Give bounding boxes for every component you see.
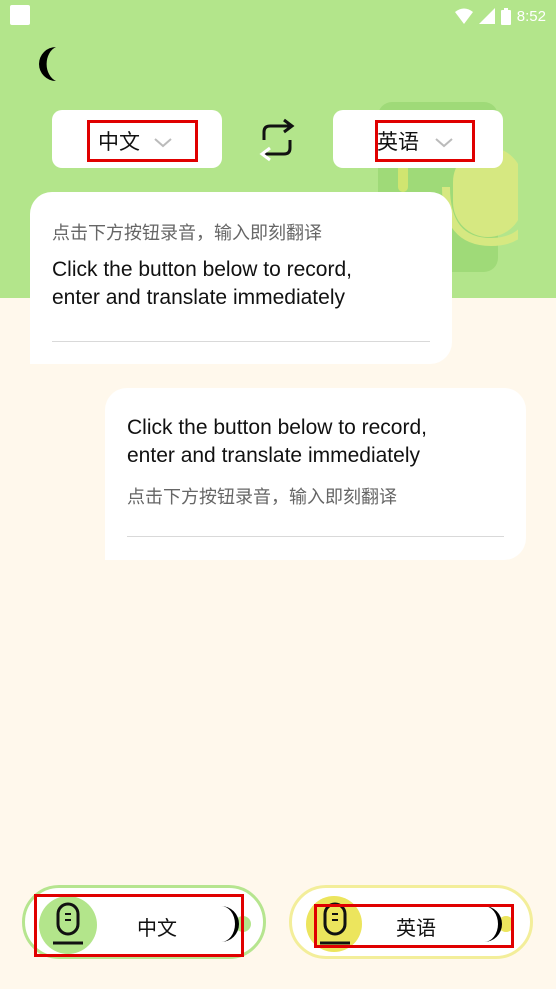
message-divider <box>127 536 504 537</box>
battery-icon <box>500 7 511 25</box>
translation-line: Click the button below to record, <box>52 258 352 281</box>
translation-line: Click the button below to record, <box>127 416 427 439</box>
signal-icon <box>478 8 495 24</box>
record-chinese-highlight <box>34 894 244 957</box>
message-bubble-target: Click the button below to record, enter … <box>105 388 526 560</box>
message-divider <box>52 341 430 342</box>
translation-line: enter and translate immediately <box>52 286 345 309</box>
wifi-icon <box>454 8 473 24</box>
message-bubble-source: 点击下方按钮录音，输入即刻翻译 Click the button below t… <box>30 192 452 364</box>
message-source-text: 点击下方按钮录音，输入即刻翻译 <box>52 223 322 244</box>
swap-languages-icon[interactable] <box>254 118 300 162</box>
target-language-highlight <box>375 120 475 162</box>
back-icon[interactable] <box>26 44 66 84</box>
translation-line: enter and translate immediately <box>127 444 420 467</box>
message-source-text: 点击下方按钮录音，输入即刻翻译 <box>127 487 397 508</box>
record-english-highlight <box>314 904 514 948</box>
status-time: 8:52 <box>516 7 546 25</box>
notification-icon <box>10 5 30 25</box>
message-translation-text: Click the button below to record, enter … <box>127 414 427 470</box>
message-translation-text: Click the button below to record, enter … <box>52 256 352 312</box>
status-bar: 8:52 <box>0 0 556 32</box>
source-language-highlight <box>87 120 198 162</box>
status-indicators: 8:52 <box>454 4 546 28</box>
